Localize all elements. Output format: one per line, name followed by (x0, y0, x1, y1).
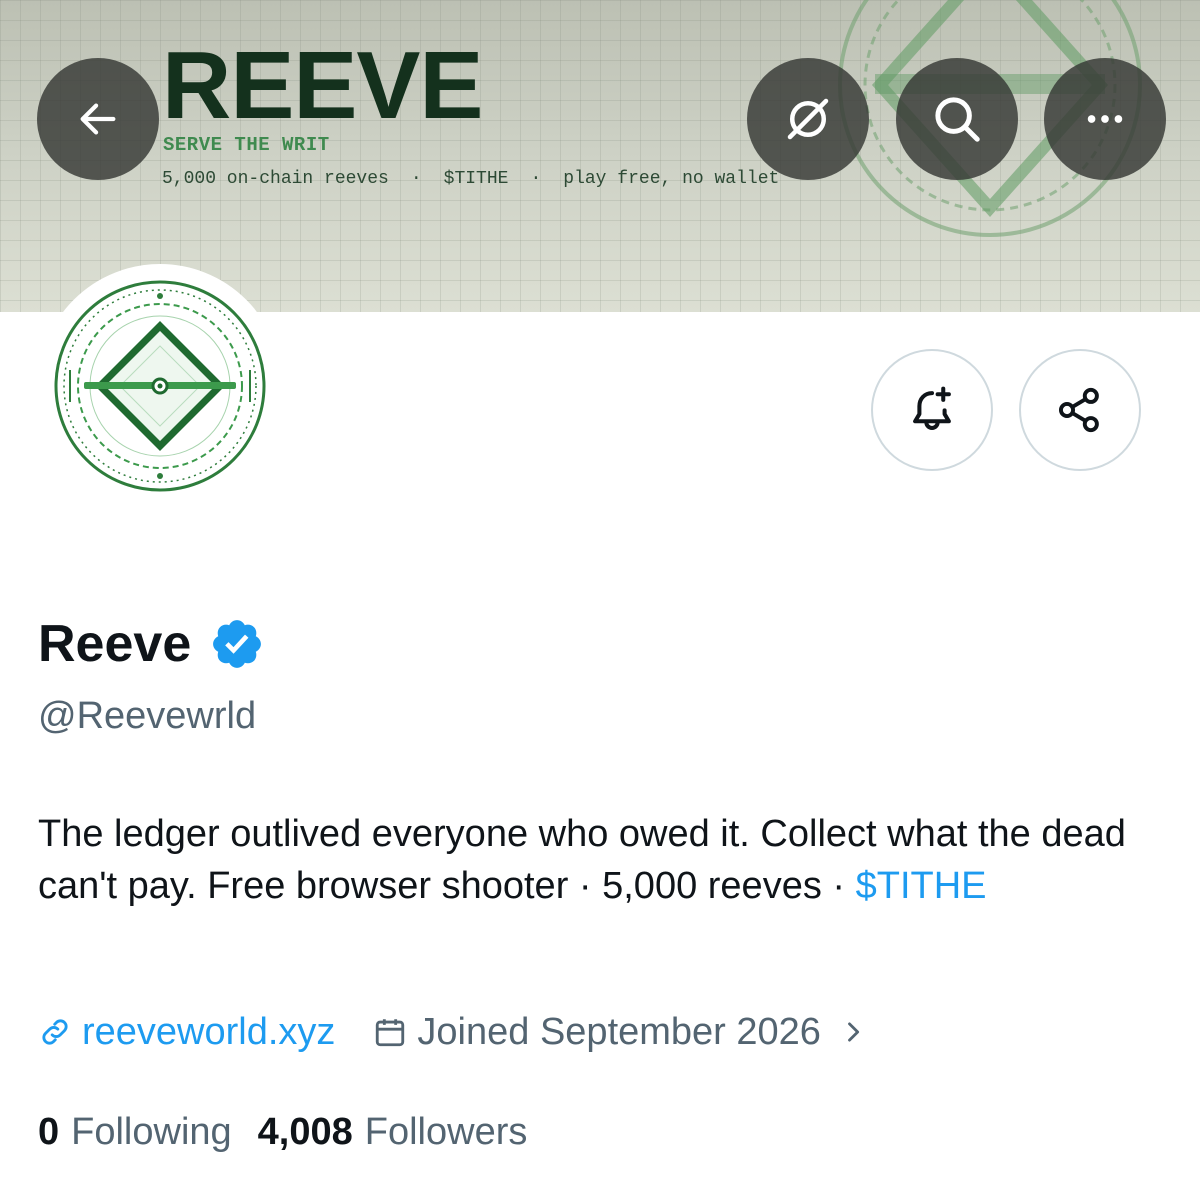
banner-meta-supply: 5,000 on-chain reeves (162, 169, 389, 189)
user-handle: @Reevewrld (38, 695, 257, 737)
follow-stats: 0 Following 4,008 Followers (38, 1108, 527, 1156)
banner-meta-separator: · (530, 169, 542, 189)
notify-button[interactable] (871, 349, 993, 471)
ellipsis-icon (1087, 115, 1123, 123)
followers-stat[interactable]: 4,008 Followers (258, 1108, 528, 1156)
display-name-row: Reeve (38, 612, 265, 676)
banner-title: REEVE (162, 32, 483, 139)
banner-meta-free: play free, no wallet (563, 169, 780, 189)
link-icon (42, 1019, 68, 1045)
banner-meta-token: $TITHE (443, 169, 509, 189)
bio-cashtag-link[interactable]: $TITHE (856, 865, 987, 907)
share-icon (1058, 387, 1099, 433)
following-label: Following (71, 1111, 232, 1153)
following-stat[interactable]: 0 Following (38, 1108, 232, 1156)
search-icon (935, 97, 980, 142)
more-button[interactable] (1044, 58, 1166, 180)
followers-count: 4,008 (257, 1111, 353, 1153)
chevron-right-icon (848, 1022, 860, 1042)
hide-profile-button[interactable] (747, 58, 869, 180)
website-url[interactable]: reeveworld.xyz (82, 1008, 335, 1056)
search-button[interactable] (896, 58, 1018, 180)
bio: The ledger outlived everyone who owed it… (38, 808, 1168, 912)
back-button[interactable] (37, 58, 159, 180)
calendar-icon (376, 1019, 405, 1047)
banner-meta-separator: · (410, 169, 422, 189)
banner-meta: 5,000 on-chain reeves · $TITHE · play free, … (162, 169, 779, 189)
banner-tagline: SERVE THE WRIT (163, 134, 330, 156)
bell-plus-icon (913, 386, 951, 430)
avatar[interactable] (38, 264, 282, 508)
eye-slash-circle-icon (787, 98, 829, 140)
joined-text: Joined September 2026 (417, 1011, 821, 1053)
website-link[interactable]: reeveworld.xyz (38, 1008, 335, 1056)
arrow-left-icon (80, 103, 116, 135)
profile-meta-row: reeveworld.xyz Joined September 2026 (38, 1008, 867, 1056)
verified-badge-icon[interactable] (209, 616, 265, 672)
share-button[interactable] (1019, 349, 1141, 471)
reeve-logo-avatar (54, 280, 266, 492)
joined-date[interactable]: Joined September 2026 (373, 1008, 867, 1056)
following-count: 0 (38, 1111, 60, 1153)
display-name: Reeve (38, 615, 192, 673)
followers-label: Followers (364, 1111, 528, 1153)
